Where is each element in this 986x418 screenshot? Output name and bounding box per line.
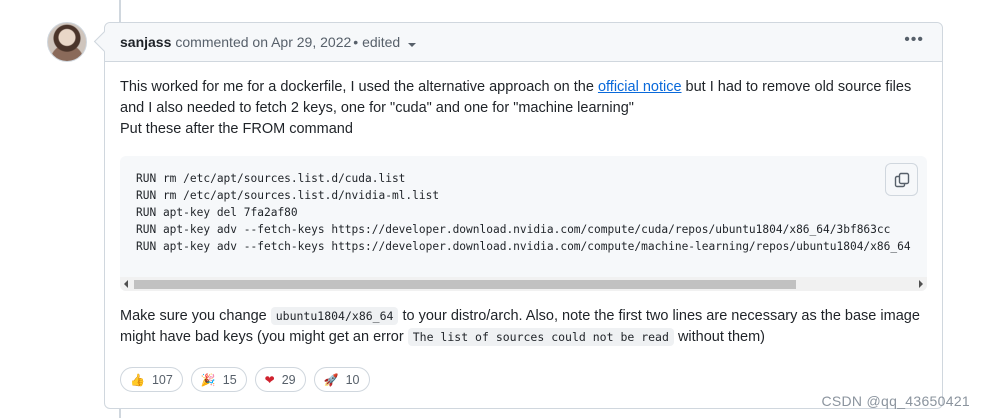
- comment-box: sanjass commented on Apr 29, 2022 • edit…: [104, 22, 943, 409]
- reaction-count: 15: [222, 372, 237, 387]
- thumbs-up-icon: 👍: [130, 372, 145, 387]
- comment-date[interactable]: commented on Apr 29, 2022: [175, 34, 351, 50]
- copy-icon: [894, 172, 909, 187]
- code-line: RUN rm /etc/apt/sources.list.d/cuda.list: [136, 172, 406, 185]
- heart-icon: ❤: [264, 372, 275, 387]
- watermark: CSDN @qq_43650421: [821, 393, 970, 409]
- p1-text-a: This worked for me for a dockerfile, I u…: [120, 79, 598, 95]
- copy-button[interactable]: [885, 163, 918, 196]
- reaction-party[interactable]: 🎉 15: [190, 367, 247, 392]
- caret-down-icon: [408, 43, 417, 47]
- reaction-count: 29: [281, 372, 296, 387]
- paragraph-3: Make sure you change ubuntu1804/x86_64 t…: [120, 306, 920, 348]
- reactions-bar: 👍 107 🎉 15 ❤ 29 🚀 10: [120, 367, 370, 392]
- code-line: RUN apt-key del 7fa2af80: [136, 206, 298, 219]
- code-content[interactable]: RUN rm /etc/apt/sources.list.d/cuda.list…: [136, 170, 911, 255]
- inline-code-arch: ubuntu1804/x86_64: [270, 307, 399, 325]
- scrollbar-thumb[interactable]: [134, 280, 796, 289]
- p3-text-a: Make sure you change: [120, 308, 271, 324]
- scroll-right-icon[interactable]: [919, 280, 923, 288]
- party-icon: 🎉: [200, 372, 216, 387]
- reaction-rocket[interactable]: 🚀 10: [313, 367, 370, 392]
- rocket-icon: 🚀: [323, 372, 339, 387]
- paragraph-2: Put these after the FROM command: [120, 121, 353, 137]
- scroll-left-icon[interactable]: [124, 280, 128, 288]
- more-options-icon[interactable]: •••: [904, 32, 924, 48]
- code-line: RUN rm /etc/apt/sources.list.d/nvidia-ml…: [136, 189, 440, 202]
- official-notice-link[interactable]: official notice: [598, 79, 682, 95]
- comment-header: sanjass commented on Apr 29, 2022 • edit…: [105, 23, 942, 62]
- reaction-count: 10: [345, 372, 360, 387]
- horizontal-scrollbar[interactable]: [120, 277, 927, 291]
- p3-text-c: without them): [673, 329, 765, 345]
- reaction-thumbs-up[interactable]: 👍 107: [120, 367, 183, 392]
- avatar[interactable]: [47, 22, 87, 62]
- comment-page: sanjass commented on Apr 29, 2022 • edit…: [0, 0, 986, 418]
- code-block: RUN rm /etc/apt/sources.list.d/cuda.list…: [120, 156, 927, 291]
- paragraph-1: This worked for me for a dockerfile, I u…: [120, 77, 920, 119]
- edited-label: • edited: [353, 34, 401, 50]
- code-line: RUN apt-key adv --fetch-keys https://dev…: [136, 240, 911, 253]
- inline-code-error: The list of sources could not be read: [407, 328, 674, 346]
- code-line: RUN apt-key adv --fetch-keys https://dev…: [136, 223, 891, 236]
- edited-dropdown[interactable]: • edited: [353, 34, 417, 50]
- reaction-count: 107: [151, 372, 173, 387]
- reaction-heart[interactable]: ❤ 29: [254, 367, 306, 392]
- author-link[interactable]: sanjass: [120, 34, 171, 50]
